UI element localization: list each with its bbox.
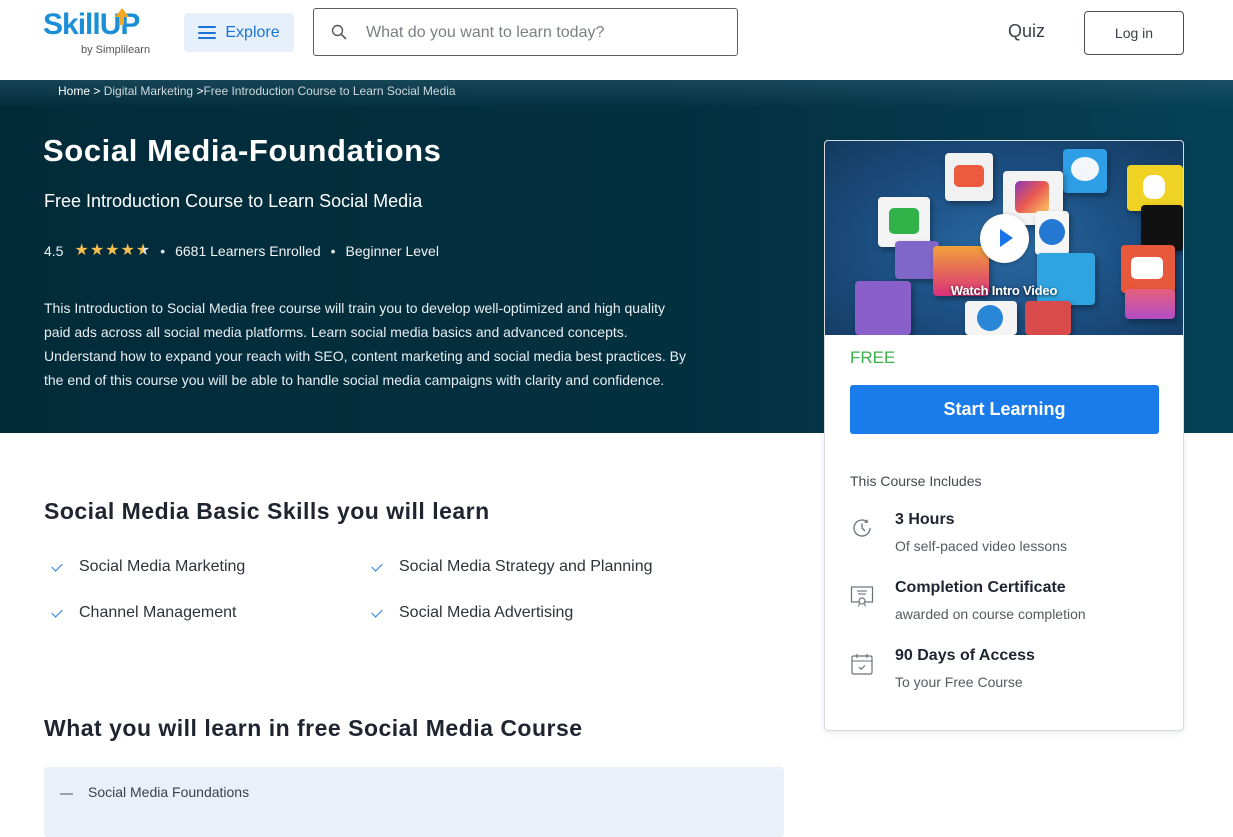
separator-dot: • (330, 243, 336, 259)
facebook-cube-icon (1035, 211, 1069, 255)
breadcrumb: Home > Digital Marketing >Free Introduct… (58, 84, 456, 98)
search-bar[interactable] (313, 8, 738, 56)
hamburger-menu-icon (198, 26, 217, 39)
logo-arrow-stem (120, 16, 124, 25)
start-learning-button[interactable]: Start Learning (850, 385, 1159, 434)
checkmark-icon (371, 559, 383, 572)
play-icon (1000, 229, 1013, 247)
clock-icon (853, 519, 871, 537)
quiz-link[interactable]: Quiz (1008, 21, 1045, 42)
skill-item: Channel Management (51, 604, 237, 622)
search-input[interactable] (366, 19, 726, 47)
star-icon: ★ (89, 242, 105, 259)
watch-intro-label: Watch Intro Video (950, 283, 1058, 298)
include-title: Completion Certificate (895, 579, 1066, 596)
play-button[interactable] (980, 214, 1029, 263)
skill-item: Social Media Advertising (371, 604, 574, 622)
course-subtitle: Free Introduction Course to Learn Social… (44, 191, 423, 211)
login-button[interactable]: Log in (1084, 11, 1184, 55)
skill-label: Social Media Strategy and Planning (399, 558, 653, 575)
include-subtitle: To your Free Course (895, 674, 1023, 690)
breadcrumb-digital-marketing[interactable]: Digital Marketing (104, 84, 193, 98)
wechat-cube-icon (878, 197, 930, 247)
messenger-cube-icon (1063, 149, 1107, 193)
rating-value: 4.5 (44, 243, 64, 259)
module-title: Social Media Foundations (88, 784, 250, 800)
rating-stars: ★ ★ ★ ★ ★ (74, 243, 150, 259)
star-icon: ★ (74, 242, 89, 259)
star-icon: ★ (120, 242, 135, 259)
includes-title: This Course Includes (850, 473, 982, 489)
collapse-icon[interactable] (60, 793, 73, 795)
include-subtitle: awarded on course completion (895, 606, 1086, 622)
search-icon (331, 24, 347, 40)
top-navbar: SkillUP by Simplilearn Explore Quiz Log … (0, 0, 1233, 80)
course-meta: 4.5 ★ ★ ★ ★ ★ • 6681 Learners Enrolled •… (44, 243, 439, 260)
course-level: Beginner Level (345, 243, 439, 259)
course-enroll-card: Watch Intro Video FREE Start Learning Th… (824, 140, 1184, 731)
half-star-icon: ★ (135, 242, 151, 259)
explore-label: Explore (225, 23, 280, 41)
checkmark-icon (51, 605, 63, 618)
explore-button[interactable]: Explore (184, 13, 294, 52)
separator-dot: • (160, 243, 166, 259)
include-item-access: 90 Days of Access To your Free Course (850, 647, 1160, 697)
include-subtitle: Of self-paced video lessons (895, 538, 1067, 554)
checkmark-icon (51, 559, 63, 572)
include-title: 3 Hours (895, 511, 955, 528)
breadcrumb-separator: > (93, 84, 101, 98)
calendar-icon (851, 654, 873, 675)
pinterest-cube-icon (1025, 301, 1071, 335)
youtube-cube-icon (945, 153, 993, 201)
learners-enrolled: 6681 Learners Enrolled (175, 243, 321, 259)
curriculum-heading: What you will learn in free Social Media… (44, 715, 583, 741)
skill-item: Social Media Strategy and Planning (371, 558, 653, 576)
breadcrumb-current: Free Introduction Course to Learn Social… (203, 84, 456, 98)
skill-label: Social Media Marketing (79, 558, 246, 575)
course-description: This Introduction to Social Media free c… (44, 300, 687, 388)
include-item-certificate: Completion Certificate awarded on course… (850, 579, 1160, 629)
skillup-logo[interactable]: SkillUP by Simplilearn (43, 8, 153, 58)
breadcrumb-home[interactable]: Home (58, 84, 90, 98)
include-title: 90 Days of Access (895, 647, 1035, 664)
checkmark-icon (371, 605, 383, 618)
course-price: FREE (850, 348, 896, 367)
course-title: Social Media-Foundations (43, 133, 442, 168)
include-item-duration: 3 Hours Of self-paced video lessons (850, 511, 1160, 561)
skill-item: Social Media Marketing (51, 558, 246, 576)
skill-label: Channel Management (79, 604, 237, 621)
star-icon: ★ (105, 242, 120, 259)
like-cube-icon (965, 301, 1017, 335)
intro-video-thumbnail[interactable]: Watch Intro Video (825, 141, 1183, 335)
certificate-icon (850, 586, 874, 607)
skill-label: Social Media Advertising (399, 604, 574, 621)
skills-heading: Social Media Basic Skills you will learn (44, 498, 490, 524)
logo-subtitle: by Simplilearn (81, 44, 151, 56)
